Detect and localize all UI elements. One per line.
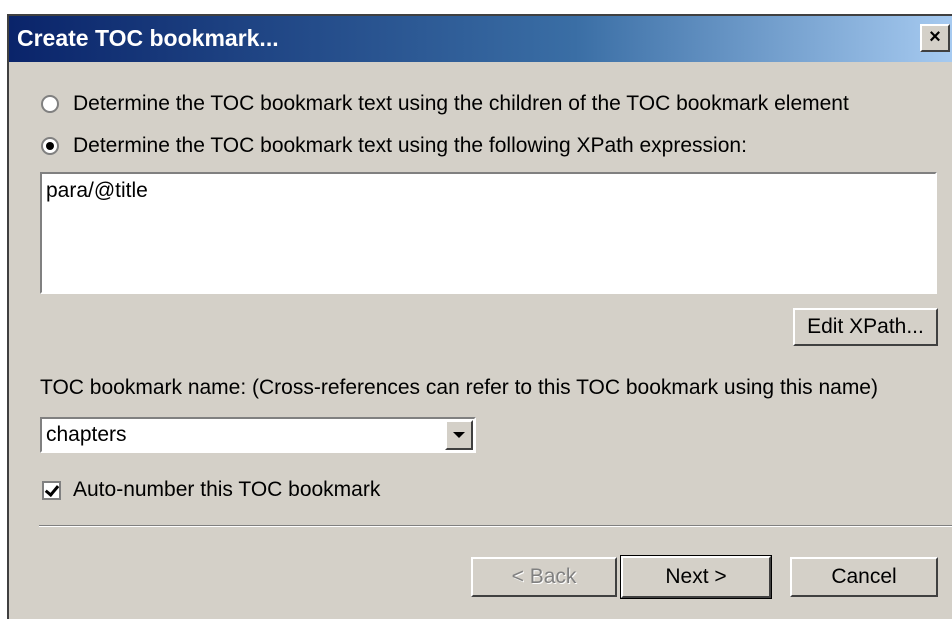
- footer-separator: [39, 525, 952, 527]
- auto-number-label: Auto-number this TOC bookmark: [73, 478, 381, 501]
- chevron-down-icon: [453, 432, 465, 438]
- radio-selected-dot: [46, 142, 54, 150]
- radio-children-option[interactable]: Determine the TOC bookmark text using th…: [41, 92, 849, 116]
- radio-children-label: Determine the TOC bookmark text using th…: [73, 92, 849, 115]
- close-icon: ×: [929, 26, 941, 48]
- radio-xpath-option[interactable]: Determine the TOC bookmark text using th…: [41, 134, 747, 158]
- bookmark-name-value: chapters: [46, 423, 127, 446]
- close-button[interactable]: ×: [920, 24, 950, 52]
- next-button[interactable]: Next >: [620, 555, 772, 599]
- edit-xpath-button[interactable]: Edit XPath...: [793, 308, 938, 346]
- radio-xpath[interactable]: [41, 137, 59, 155]
- bookmark-name-label: TOC bookmark name: (Cross-references can…: [40, 376, 878, 399]
- auto-number-option[interactable]: Auto-number this TOC bookmark: [42, 478, 380, 502]
- next-label: Next >: [665, 565, 727, 588]
- cancel-label: Cancel: [831, 565, 897, 588]
- cancel-button[interactable]: Cancel: [790, 557, 938, 597]
- radio-children[interactable]: [41, 95, 59, 113]
- xpath-expression-input[interactable]: para/@title: [40, 172, 937, 294]
- back-label: < Back: [511, 565, 577, 588]
- dialog-title: Create TOC bookmark...: [17, 25, 279, 51]
- auto-number-checkbox[interactable]: [42, 480, 61, 500]
- bookmark-name-dropdown[interactable]: chapters: [40, 417, 476, 453]
- create-toc-bookmark-dialog: Create TOC bookmark... × Determine the T…: [7, 14, 952, 619]
- edit-xpath-label: Edit XPath...: [807, 315, 924, 338]
- dropdown-arrow-button[interactable]: [445, 420, 473, 450]
- radio-xpath-label: Determine the TOC bookmark text using th…: [73, 134, 747, 157]
- title-bar: Create TOC bookmark... ×: [9, 16, 952, 62]
- back-button[interactable]: < Back: [471, 557, 617, 597]
